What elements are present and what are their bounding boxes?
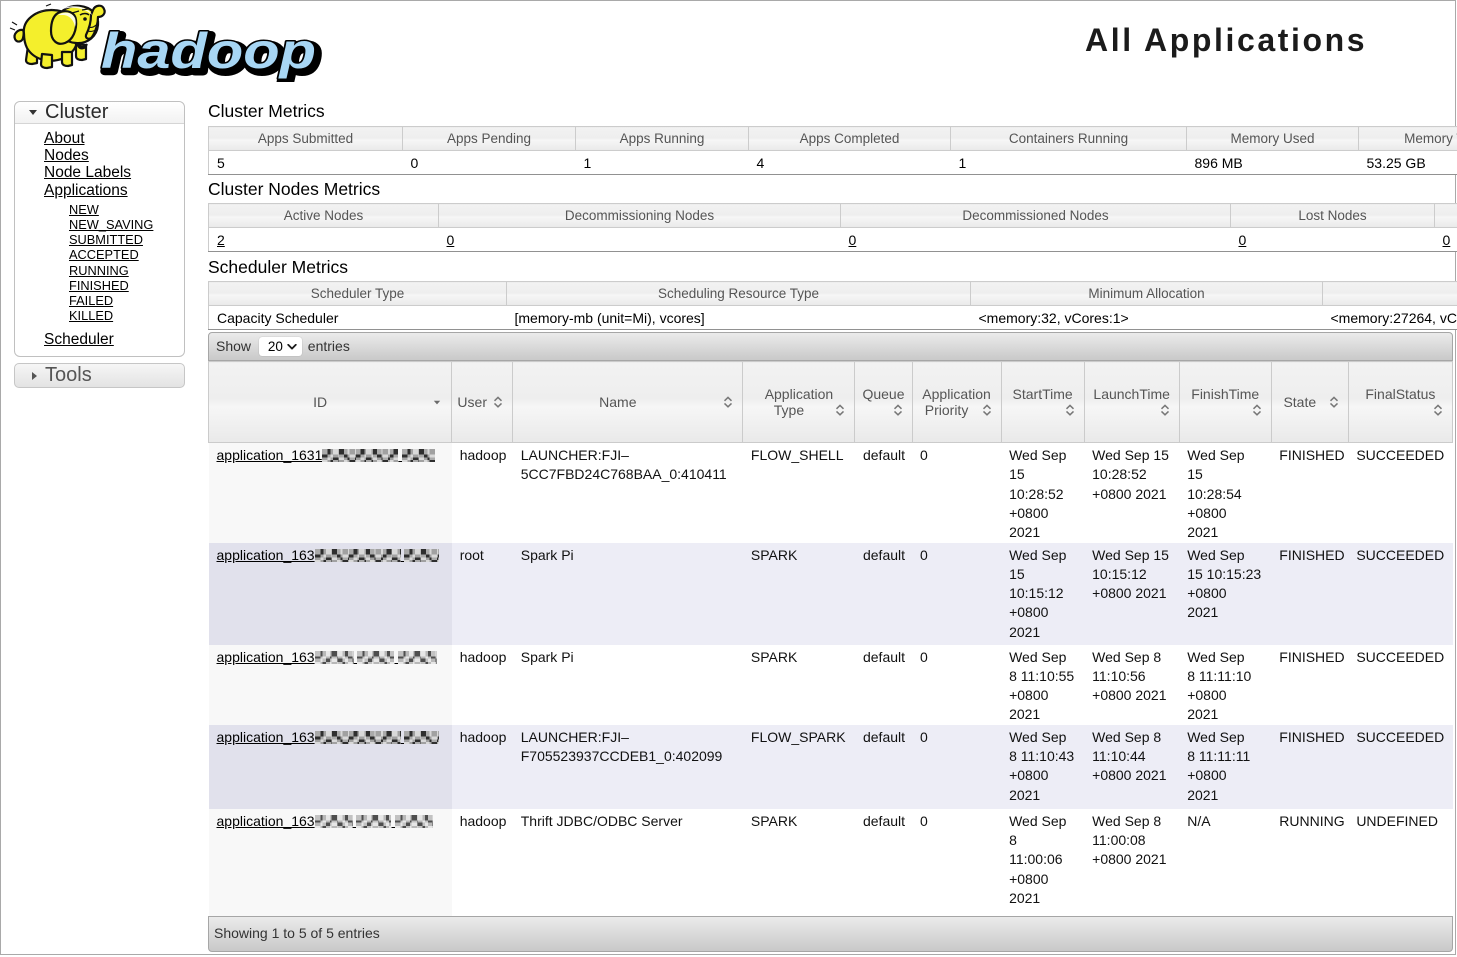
- svg-text:hadoop: hadoop: [101, 23, 316, 79]
